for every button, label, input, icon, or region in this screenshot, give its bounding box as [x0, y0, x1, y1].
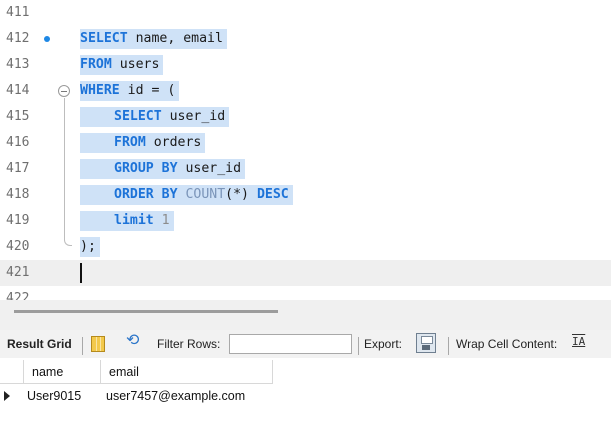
- line-number: 414: [6, 83, 30, 98]
- result-grid[interactable]: name email User9015 user7457@example.com: [0, 358, 611, 447]
- wrap-cell-content-label: Wrap Cell Content:: [456, 337, 558, 351]
- editor-line: 417 GROUP BY user_id: [0, 156, 611, 182]
- table-cell[interactable]: User9015: [24, 386, 101, 406]
- line-number: 420: [6, 239, 30, 254]
- row-indicator-header: [0, 360, 24, 384]
- sql-text: user_id: [161, 109, 226, 124]
- editor-line: 420 );: [0, 234, 611, 260]
- text-caret: [80, 263, 82, 283]
- sql-keyword: limit: [114, 213, 154, 228]
- grid-header: name email: [0, 360, 273, 384]
- code-text: limit 1: [80, 211, 174, 231]
- sql-text: id = (: [119, 83, 176, 98]
- sql-keyword: ORDER BY: [114, 187, 178, 202]
- sql-keyword: GROUP BY: [114, 161, 178, 176]
- code-text: FROM orders: [80, 133, 206, 153]
- code-text: ORDER BY COUNT(*) DESC: [80, 185, 293, 205]
- sql-text: (*): [225, 187, 257, 202]
- result-toolbar: Result Grid ⟲ Filter Rows: Export: Wrap …: [0, 330, 611, 358]
- line-number: 416: [6, 135, 30, 150]
- sql-text: user_id: [177, 161, 242, 176]
- editor-line: 419 limit 1: [0, 208, 611, 234]
- line-number: 413: [6, 57, 30, 72]
- editor-line: 418 ORDER BY COUNT(*) DESC: [0, 182, 611, 208]
- line-number: 418: [6, 187, 30, 202]
- code-text: SELECT name, email: [80, 29, 227, 49]
- toolbar-separator: [448, 337, 449, 355]
- sql-keyword: FROM: [114, 135, 146, 150]
- line-number: 415: [6, 109, 30, 124]
- sql-keyword: SELECT: [114, 109, 162, 124]
- current-row-arrow-icon: [4, 391, 10, 401]
- editor-line: 416 FROM orders: [0, 130, 611, 156]
- grid-view-icon[interactable]: [91, 336, 105, 352]
- sql-editor[interactable]: 411 412 SELECT name, email 413 FROM user…: [0, 0, 611, 300]
- statement-marker-icon[interactable]: [44, 36, 50, 42]
- table-cell[interactable]: user7457@example.com: [103, 386, 273, 406]
- code-text: );: [80, 237, 100, 257]
- sql-function: COUNT: [177, 187, 226, 202]
- sql-number: 1: [161, 213, 170, 228]
- line-number: 421: [6, 265, 30, 280]
- editor-line: 412 SELECT name, email: [0, 26, 611, 52]
- save-export-icon[interactable]: [416, 333, 436, 353]
- result-grid-tab[interactable]: Result Grid: [7, 337, 72, 351]
- line-number: 422: [6, 291, 30, 300]
- sql-text: orders: [145, 135, 202, 150]
- code-text: FROM users: [80, 55, 164, 75]
- editor-line: 415 SELECT user_id: [0, 104, 611, 130]
- filter-rows-label: Filter Rows:: [157, 337, 221, 351]
- code-text: WHERE id = (: [80, 81, 180, 101]
- code-text: GROUP BY user_id: [80, 159, 246, 179]
- editor-current-line[interactable]: 421: [0, 260, 611, 286]
- sql-keyword: DESC: [256, 187, 289, 202]
- refresh-icon[interactable]: ⟲: [126, 333, 139, 349]
- export-label: Export:: [364, 337, 403, 351]
- panel-splitter[interactable]: [0, 300, 611, 330]
- editor-line: 422: [0, 286, 611, 300]
- line-number: 412: [6, 31, 30, 46]
- sql-text: );: [80, 239, 96, 254]
- sql-text: name, email: [127, 31, 223, 46]
- table-row[interactable]: User9015 user7457@example.com: [0, 386, 273, 406]
- code-text: SELECT user_id: [80, 107, 230, 127]
- sql-text: users: [111, 57, 160, 72]
- editor-line: 414 WHERE id = (: [0, 78, 611, 104]
- wrap-text-icon[interactable]: IA: [572, 335, 585, 349]
- fold-collapse-icon[interactable]: [58, 85, 70, 97]
- sql-keyword: WHERE: [80, 83, 120, 98]
- line-number: 419: [6, 213, 30, 228]
- filter-rows-input[interactable]: [229, 334, 352, 354]
- line-number: 417: [6, 161, 30, 176]
- column-header-name[interactable]: name: [24, 360, 101, 384]
- toolbar-separator: [358, 337, 359, 355]
- line-number: 411: [6, 5, 30, 20]
- sql-keyword: SELECT: [80, 31, 128, 46]
- sql-keyword: FROM: [80, 57, 112, 72]
- toolbar-separator: [82, 337, 83, 355]
- column-header-email[interactable]: email: [101, 360, 273, 384]
- horizontal-scrollbar-thumb[interactable]: [14, 310, 278, 313]
- editor-line: 413 FROM users: [0, 52, 611, 78]
- editor-line: 411: [0, 0, 611, 26]
